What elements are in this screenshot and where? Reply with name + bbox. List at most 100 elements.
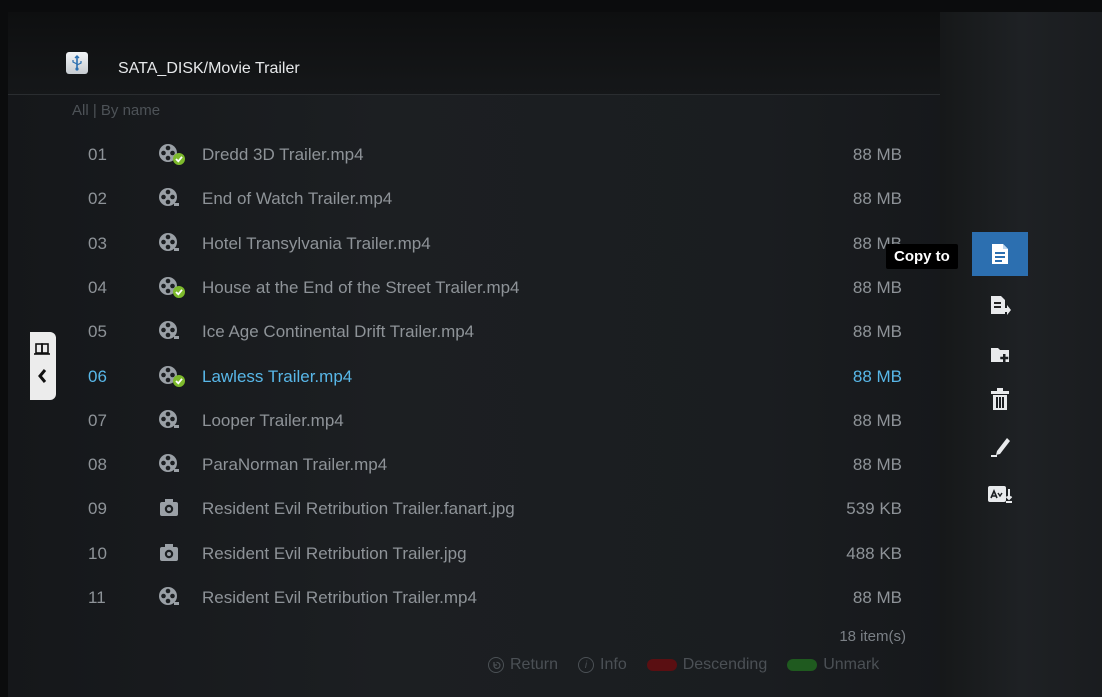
file-number: 11 [88,588,106,607]
file-name: Looper Trailer.mp4 [202,410,344,430]
usb-icon [66,52,88,74]
file-number: 08 [88,455,107,475]
delete-icon [991,388,1009,410]
book-icon [34,343,50,355]
rename-button[interactable] [972,424,1028,468]
file-number: 02 [88,189,107,209]
file-name: Dredd 3D Trailer.mp4 [202,145,364,164]
file-row[interactable]: 01 Dredd 3D Trailer.mp4 88 MB [8,132,948,176]
item-count: 18 item(s) [839,628,906,645]
descending-label: Descending [682,656,768,673]
red-key-icon [646,659,677,671]
return-icon [488,657,504,673]
unmark-label: Unmark [823,656,880,673]
file-size: 88 MB [852,189,902,209]
video-file-icon [156,452,186,476]
file-size: 88 MB [852,145,902,164]
video-file-icon [156,142,186,166]
file-name: Resident Evil Retribution Trailer.jpg [202,543,467,563]
new-folder-button[interactable] [972,332,1028,376]
unmark-hint[interactable]: Unmark [787,656,879,674]
photo-file-icon [156,541,186,565]
file-row[interactable]: 05 Ice Age Continental Drift Trailer.mp4… [8,309,948,353]
file-row[interactable]: 08 ParaNorman Trailer.mp4 88 MB [8,442,948,486]
photo-file-icon [160,543,178,561]
file-number: 04 [88,277,107,297]
file-size: 88 MB [852,277,902,297]
video-file-icon [159,232,179,251]
delete-button[interactable] [972,378,1028,422]
chevron-left-icon [38,369,47,383]
video-file-icon [156,186,186,210]
video-file-icon [159,188,179,207]
return-hint[interactable]: Return [488,656,558,674]
sort-button[interactable] [972,472,1028,516]
video-file-icon [159,321,179,340]
return-label: Return [510,656,559,673]
move-button[interactable] [972,284,1028,328]
rename-icon [991,438,1010,457]
info-icon: i [578,657,595,673]
side-panel-tab[interactable] [30,332,56,400]
video-file-icon [156,319,186,343]
checkmark-icon [173,153,185,165]
file-size: 539 KB [846,499,902,519]
footer-hints: Return i Info Descending Unmark [488,656,893,674]
video-file-icon [159,454,179,473]
file-name: Ice Age Continental Drift Trailer.mp4 [202,322,475,342]
file-row[interactable]: 03 Hotel Transylvania Trailer.mp4 88 MB [8,221,948,265]
file-row[interactable]: 04 House at the End of the Street Traile… [8,265,948,309]
file-name: Resident Evil Retribution Trailer.mp4 [202,588,477,607]
file-row[interactable]: 10 Resident Evil Retribution Trailer.jpg… [8,531,948,575]
file-size: 88 MB [852,366,902,386]
new-folder-icon [991,348,1009,362]
move-icon [991,296,1011,315]
checkmark-icon [173,285,185,298]
sort-label[interactable]: All | By name [72,102,160,119]
copy-to-tooltip: Copy to [886,244,958,269]
file-number: 05 [88,322,107,342]
file-name: End of Watch Trailer.mp4 [202,189,393,209]
file-row[interactable]: 06 Lawless Trailer.mp4 88 MB [8,354,948,398]
sort-icon [988,486,1013,503]
file-number: 01 [88,145,107,164]
file-number: 03 [88,233,107,253]
file-browser-panel: SATA_DISK/Movie Trailer All | By name 01… [8,12,948,697]
file-number: 07 [88,410,107,430]
screen: SATA_DISK/Movie Trailer All | By name 01… [8,12,1102,697]
info-label: Info [600,656,627,673]
file-name: ParaNorman Trailer.mp4 [202,455,388,475]
file-name: Lawless Trailer.mp4 [202,366,353,386]
file-row[interactable]: 07 Looper Trailer.mp4 88 MB [8,398,948,442]
copy-icon [992,244,1008,264]
photo-file-icon [156,496,186,520]
copy-button[interactable] [972,232,1028,276]
file-size: 88 MB [852,455,902,475]
video-file-icon [156,275,186,299]
info-hint[interactable]: i Info [578,656,627,674]
video-file-icon [156,364,186,388]
file-name: Resident Evil Retribution Trailer.fanart… [202,499,515,519]
header: SATA_DISK/Movie Trailer [8,12,948,95]
file-size: 88 MB [852,410,902,430]
file-row[interactable]: 11 Resident Evil Retribution Trailer.mp4… [8,575,948,619]
file-number: 06 [88,366,107,386]
photo-file-icon [160,499,178,517]
path-title: SATA_DISK/Movie Trailer [118,60,300,77]
file-name: Hotel Transylvania Trailer.mp4 [202,233,431,253]
file-name: House at the End of the Street Trailer.m… [202,277,520,297]
video-file-icon [156,231,186,255]
file-number: 10 [88,543,107,563]
video-file-icon [156,585,186,609]
file-row[interactable]: 09 Resident Evil Retribution Trailer.fan… [8,486,948,530]
file-size: 88 MB [852,322,902,342]
video-file-icon [156,408,186,432]
file-row[interactable]: 02 End of Watch Trailer.mp4 88 MB [8,176,948,220]
checkmark-icon [173,374,185,387]
video-file-icon [159,587,179,605]
green-key-icon [787,659,818,671]
video-file-icon [159,409,179,428]
file-size: 88 MB [852,588,902,607]
file-number: 09 [88,499,107,519]
descending-hint[interactable]: Descending [646,656,768,674]
